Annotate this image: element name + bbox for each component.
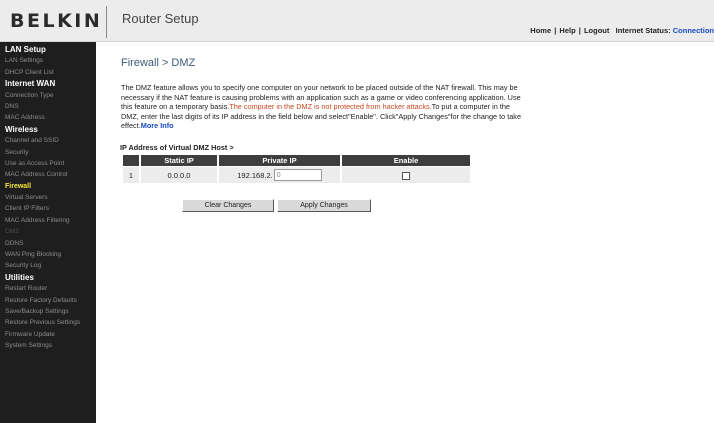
sidebar-item-client-ip-filters[interactable]: Client IP Filters (0, 203, 96, 214)
row-number: 1 (123, 167, 139, 183)
dmz-host-label: IP Address of Virtual DMZ Host > (120, 143, 234, 152)
sidebar-item-ddns[interactable]: DDNS (0, 238, 96, 249)
sidebar-item-security[interactable]: Security (0, 147, 96, 158)
sidebar-heading-wireless[interactable]: Wireless (0, 124, 96, 135)
sidebar-item-security-log[interactable]: Security Log (0, 260, 96, 271)
more-info-link[interactable]: More Info (141, 121, 174, 130)
main-content: Firewall > DMZ The DMZ feature allows yo… (96, 42, 714, 423)
sidebar-heading-lan-setup[interactable]: LAN Setup (0, 44, 96, 55)
sidebar-item-restart-router[interactable]: Restart Router (0, 283, 96, 294)
sidebar-item-mac-address[interactable]: MAC Address (0, 112, 96, 123)
sidebar-item-lan-settings[interactable]: LAN Settings (0, 55, 96, 66)
apply-changes-button[interactable]: Apply Changes (277, 199, 371, 212)
column-header-private-ip: Private IP (219, 155, 340, 166)
sidebar-item-firmware-update[interactable]: Firmware Update (0, 329, 96, 340)
sidebar-item-dns[interactable]: DNS (0, 101, 96, 112)
private-ip-cell: 192.168.2. (219, 167, 340, 183)
enable-cell (342, 167, 470, 183)
sidebar-item-channel-ssid[interactable]: Channel and SSID (0, 135, 96, 146)
column-header-num (123, 155, 139, 166)
internet-status-label: Internet Status: (615, 26, 671, 35)
sidebar-item-dhcp-client-list[interactable]: DHCP Client List (0, 67, 96, 78)
header-divider (106, 6, 107, 38)
app-title: Router Setup (122, 11, 199, 26)
sidebar-item-connection-type[interactable]: Connection Type (0, 90, 96, 101)
enable-dmz-checkbox[interactable] (402, 171, 410, 180)
home-link[interactable]: Home (530, 26, 551, 35)
table-row: 1 0.0.0.0 192.168.2. (123, 167, 470, 183)
sidebar-item-mac-address-control[interactable]: MAC Address Control (0, 169, 96, 180)
table-header-row: Static IP Private IP Enable (123, 155, 470, 166)
dmz-table: Static IP Private IP Enable 1 0.0.0.0 19… (121, 154, 472, 184)
sidebar-item-mac-address-filtering[interactable]: MAC Address Filtering (0, 215, 96, 226)
internet-status-value[interactable]: Connection (673, 26, 714, 35)
sidebar-heading-firewall[interactable]: Firewall (0, 181, 96, 192)
header: BELKIN Router Setup Home | Help | Logout… (0, 0, 714, 42)
description-warning: The computer in the DMZ is not protected… (229, 102, 432, 112)
sidebar-item-restore-previous[interactable]: Restore Previous Settings (0, 317, 96, 328)
sidebar-item-virtual-servers[interactable]: Virtual Servers (0, 192, 96, 203)
sidebar-item-access-point[interactable]: Use as Access Point (0, 158, 96, 169)
sidebar-item-system-settings[interactable]: System Settings (0, 340, 96, 351)
belkin-logo[interactable]: BELKIN (10, 10, 102, 32)
logout-link[interactable]: Logout (584, 26, 609, 35)
column-header-enable: Enable (342, 155, 470, 166)
page-title: Firewall > DMZ (121, 57, 196, 69)
sidebar-item-wan-ping-blocking[interactable]: WAN Ping Blocking (0, 249, 96, 260)
private-ip-last-octet-input[interactable] (273, 169, 322, 181)
clear-changes-button[interactable]: Clear Changes (182, 199, 274, 212)
static-ip-value: 0.0.0.0 (141, 167, 217, 183)
header-links: Home | Help | Logout Internet Status: Co… (530, 26, 714, 35)
column-header-static-ip: Static IP (141, 155, 217, 166)
sidebar: LAN Setup LAN Settings DHCP Client List … (0, 42, 96, 423)
sidebar-heading-utilities[interactable]: Utilities (0, 272, 96, 283)
sidebar-item-save-backup[interactable]: Save/Backup Settings (0, 306, 96, 317)
private-ip-prefix: 192.168.2. (237, 170, 273, 180)
sidebar-item-dmz[interactable]: DMZ (0, 226, 96, 237)
sidebar-item-restore-factory[interactable]: Restore Factory Defaults (0, 295, 96, 306)
description: The DMZ feature allows you to specify on… (121, 83, 521, 131)
help-link[interactable]: Help (559, 26, 575, 35)
sidebar-heading-internet-wan[interactable]: Internet WAN (0, 78, 96, 89)
